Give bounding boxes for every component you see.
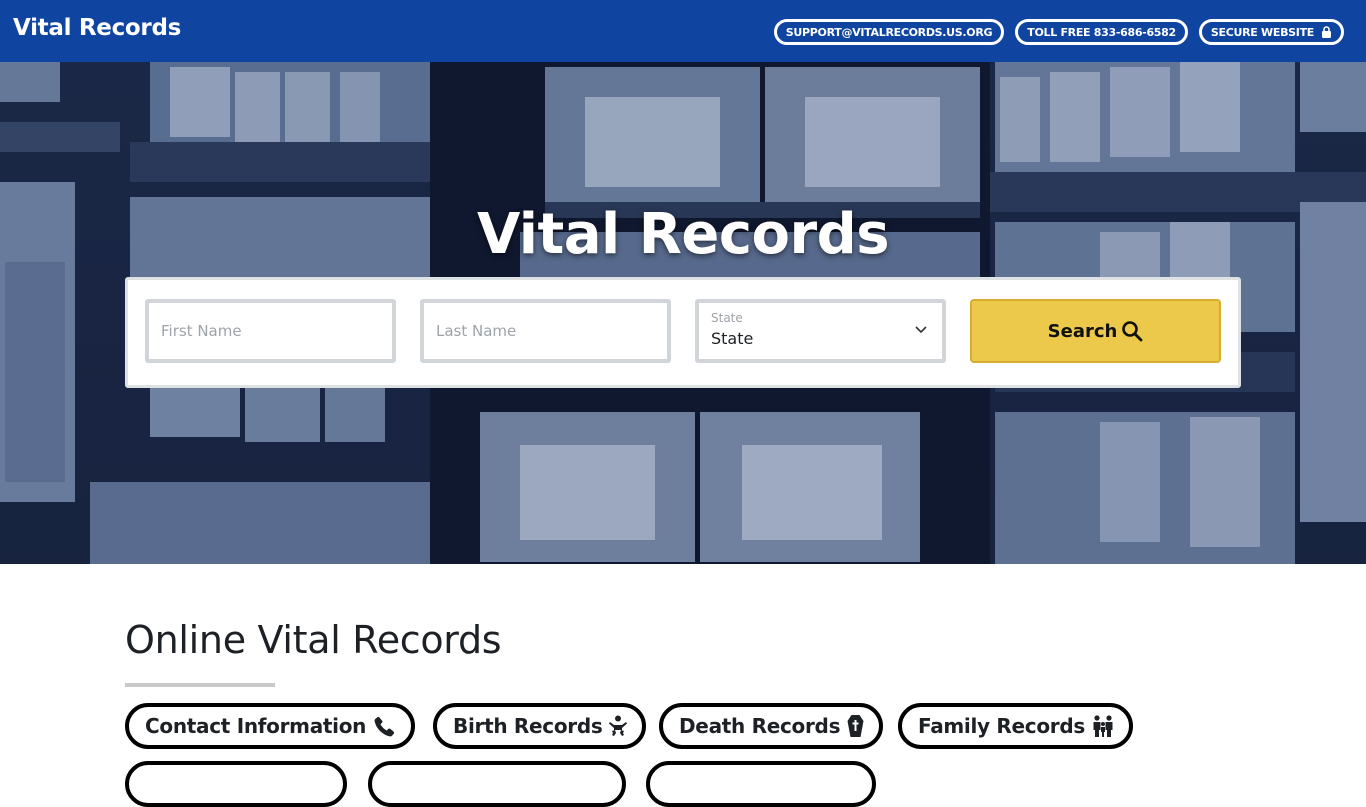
state-select-label: State	[711, 311, 743, 325]
support-email-label: SUPPORT@VITALRECORDS.US.ORG	[785, 25, 993, 39]
search-button[interactable]: Search	[970, 299, 1221, 363]
last-name-input[interactable]	[424, 303, 667, 359]
first-name-input[interactable]	[149, 303, 392, 359]
top-navbar: Vital Records SUPPORT@VITALRECORDS.US.OR…	[0, 0, 1366, 62]
first-name-field-wrapper	[145, 299, 396, 363]
search-form: State State Search	[125, 277, 1241, 388]
last-name-field-wrapper	[420, 299, 671, 363]
secure-website-badge[interactable]: SECURE WEBSITE	[1198, 19, 1344, 45]
chevron-down-icon	[915, 326, 927, 334]
category-birth-records[interactable]: Birth Records	[433, 703, 647, 749]
section-divider	[125, 683, 275, 687]
hero-banner: Vital Records State State Search	[0, 62, 1366, 564]
category-family-records[interactable]: Family Records	[898, 703, 1133, 749]
state-select[interactable]: State State	[695, 299, 946, 363]
lock-icon	[1321, 26, 1332, 38]
secure-website-label: SECURE WEBSITE	[1210, 25, 1314, 39]
category-death-records[interactable]: Death Records	[659, 703, 884, 749]
phone-icon	[374, 716, 395, 736]
state-select-value: State	[711, 329, 754, 348]
search-icon	[1122, 321, 1143, 342]
baby-icon	[609, 715, 628, 736]
brand-logo-link[interactable]: Vital Records	[13, 15, 181, 41]
search-button-label: Search	[1047, 320, 1118, 342]
header-pills: SUPPORT@VITALRECORDS.US.ORG TOLL FREE 83…	[773, 19, 1344, 45]
family-icon	[1093, 715, 1113, 737]
category-label: Birth Records	[453, 714, 603, 738]
support-email-link[interactable]: SUPPORT@VITALRECORDS.US.ORG	[773, 19, 1005, 45]
coffin-icon	[847, 715, 864, 737]
hero-title: Vital Records	[476, 202, 890, 267]
section-title: Online Vital Records	[125, 618, 502, 662]
category-contact-information[interactable]: Contact Information	[125, 703, 416, 749]
toll-free-label: TOLL FREE 833-686-6582	[1027, 25, 1176, 39]
category-label: Contact Information	[145, 714, 367, 738]
toll-free-phone-link[interactable]: TOLL FREE 833-686-6582	[1015, 19, 1188, 45]
category-label: Family Records	[918, 714, 1085, 738]
category-label: Death Records	[679, 714, 841, 738]
